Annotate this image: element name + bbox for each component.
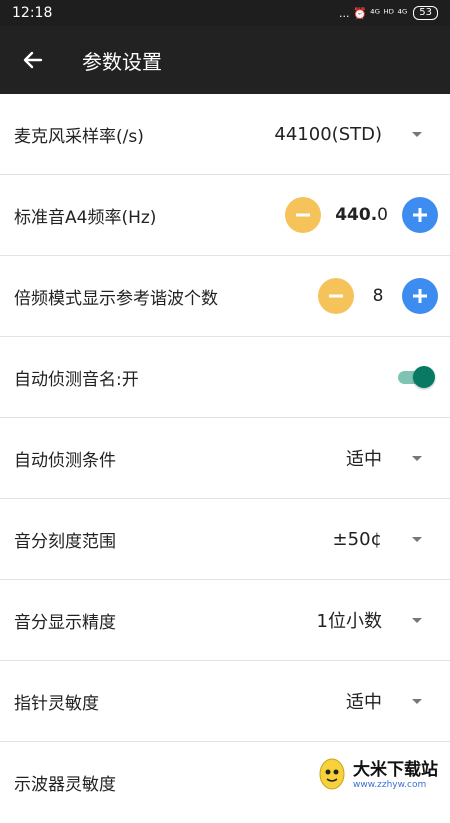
setting-harmonics-count: 倍频模式显示参考谐波个数 8 [0, 256, 450, 337]
setting-auto-detect-condition[interactable]: 自动侦测条件 适中 [0, 418, 450, 499]
setting-label: 自动侦测条件 [14, 450, 116, 471]
app-bar: 参数设置 [0, 26, 450, 94]
minus-icon [296, 213, 311, 217]
setting-a4-frequency: 标准音A4频率(Hz) 440.0 [0, 175, 450, 256]
settings-list: 麦克风采样率(/s) 44100(STD) 标准音A4频率(Hz) 440.0 … [0, 94, 450, 823]
setting-sample-rate[interactable]: 麦克风采样率(/s) 44100(STD) [0, 94, 450, 175]
increase-button[interactable] [402, 197, 438, 233]
dropdown-caret-icon[interactable] [412, 455, 422, 461]
toggle-thumb [413, 366, 435, 388]
cent-range-value[interactable]: ±50¢ [333, 529, 382, 550]
setting-cent-precision[interactable]: 音分显示精度 1位小数 [0, 580, 450, 661]
setting-label: 指针灵敏度 [14, 693, 99, 714]
setting-label: 自动侦测音名:开 [14, 369, 139, 390]
plus-icon [413, 208, 427, 222]
status-icons: ... ⏰ ⁴ᴳ ᴴᴰ ⁴ᴳ 53 [339, 6, 438, 20]
cent-precision-value[interactable]: 1位小数 [317, 607, 382, 633]
setting-label: 音分显示精度 [14, 612, 116, 633]
dropdown-caret-icon[interactable] [412, 536, 422, 542]
setting-label: 标准音A4频率(Hz) [14, 207, 157, 228]
auto-detect-condition-value[interactable]: 适中 [346, 445, 382, 471]
battery-icon: 53 [413, 6, 438, 20]
decrease-button[interactable] [318, 278, 354, 314]
watermark: 大米下载站 www.zzhyw.com [311, 750, 444, 794]
sample-rate-value[interactable]: 44100(STD) [274, 124, 382, 145]
setting-label: 示波器灵敏度 [14, 775, 116, 795]
back-button[interactable] [0, 50, 66, 70]
status-time: 12:18 [12, 5, 53, 21]
mascot-logo-icon [319, 758, 345, 790]
harmonics-value: 8 [372, 286, 384, 306]
a4-frequency-value: 440.0 [335, 205, 388, 225]
setting-needle-sensitivity[interactable]: 指针灵敏度 适中 [0, 661, 450, 742]
watermark-url: www.zzhyw.com [353, 779, 427, 790]
dropdown-caret-icon[interactable] [412, 617, 422, 623]
status-bar: 12:18 ... ⏰ ⁴ᴳ ᴴᴰ ⁴ᴳ 53 [0, 0, 450, 26]
decrease-button[interactable] [285, 197, 322, 233]
setting-cent-range[interactable]: 音分刻度范围 ±50¢ [0, 499, 450, 580]
arrow-left-icon [23, 51, 43, 69]
needle-sensitivity-value[interactable]: 适中 [346, 688, 382, 714]
minus-icon [329, 294, 343, 298]
page-title: 参数设置 [82, 49, 162, 74]
auto-detect-toggle[interactable] [396, 365, 436, 389]
setting-label: 音分刻度范围 [14, 531, 116, 552]
dropdown-caret-icon[interactable] [412, 698, 422, 704]
plus-icon [413, 289, 427, 303]
setting-label: 倍频模式显示参考谐波个数 [14, 288, 218, 309]
setting-auto-detect-name: 自动侦测音名:开 [0, 337, 450, 418]
setting-label: 麦克风采样率(/s) [14, 126, 144, 147]
increase-button[interactable] [402, 278, 438, 314]
watermark-title: 大米下载站 [353, 759, 438, 780]
status-indicators: ... ⏰ ⁴ᴳ ᴴᴰ ⁴ᴳ [338, 6, 408, 20]
dropdown-caret-icon[interactable] [412, 131, 422, 137]
